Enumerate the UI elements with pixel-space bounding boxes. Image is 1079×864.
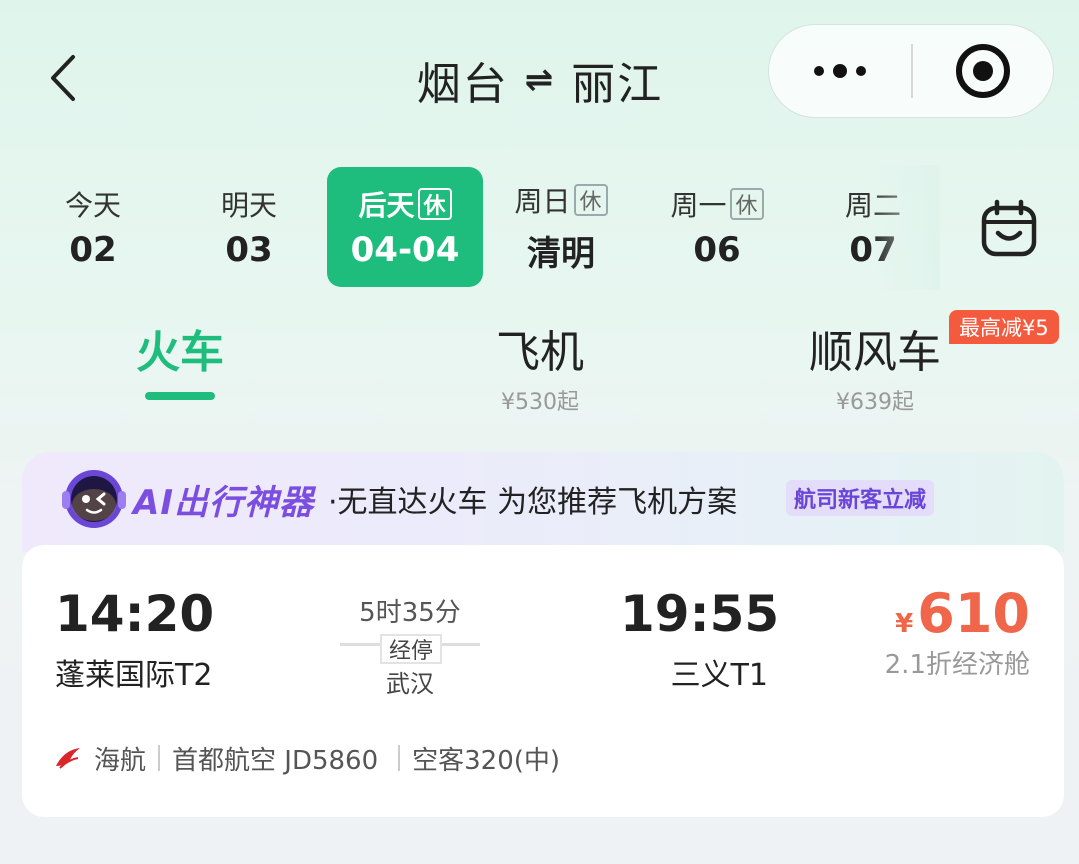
calendar-icon (981, 199, 1037, 257)
destination-city: 丽江 (571, 59, 664, 110)
promo-badge: 最高减¥5 (949, 310, 1059, 344)
date-day: 04-04 (350, 230, 460, 270)
ai-message: ·无直达火车 为您推荐飞机方案 (328, 485, 738, 520)
date-weekday: 周日 (514, 184, 571, 218)
departure-time: 14:20 (55, 585, 215, 643)
flight-price: ¥610 (880, 582, 1030, 645)
tab-label: 飞机 (496, 327, 584, 378)
date-weekday: 周一 (670, 189, 727, 222)
swap-icon: ⇌ (524, 60, 556, 100)
date-tomorrow[interactable]: 明天 03 (171, 167, 327, 287)
ai-promo-tag: 航司新客立减 (786, 480, 935, 516)
airline-info: 海航 首都航空 JD5860 空客320(中) (54, 740, 560, 776)
close-miniprogram-button[interactable] (913, 25, 1053, 117)
more-dots-icon (814, 64, 866, 78)
date-weekday: 后天 (358, 189, 415, 222)
airline-name: 海航 (94, 745, 147, 776)
holiday-tag: 休 (417, 188, 452, 220)
tab-price: ¥530起 (501, 390, 579, 415)
date-day-after-tomorrow[interactable]: 后天休 04-04 (327, 167, 483, 287)
date-today[interactable]: 今天 02 (15, 167, 171, 287)
target-circle-icon (956, 44, 1010, 98)
route-title[interactable]: 烟台 ⇌ 丽江 (360, 50, 720, 110)
date-monday[interactable]: 周一休 06 (639, 167, 795, 287)
tab-label: 顺风车 (809, 327, 941, 378)
calendar-button[interactable] (978, 198, 1040, 260)
date-strip-fade (870, 165, 940, 290)
price-currency: ¥ (895, 609, 914, 639)
price-value: 610 (917, 582, 1030, 645)
origin-city: 烟台 (416, 59, 509, 110)
flight-duration: 5时35分 (359, 598, 461, 628)
date-day: 清明 (527, 233, 595, 274)
chevron-left-icon (51, 55, 75, 101)
operating-flight: 首都航空 JD5860 (172, 745, 379, 776)
back-button[interactable] (40, 52, 84, 104)
date-sunday[interactable]: 周日休 清明 (483, 167, 639, 287)
date-day: 06 (693, 230, 741, 270)
stopover-label: 经停 (380, 634, 442, 664)
arrival-time: 19:55 (620, 585, 780, 643)
holiday-tag: 休 (573, 183, 608, 216)
holiday-tag: 休 (729, 188, 764, 220)
tab-label: 火车 (136, 327, 224, 378)
date-weekday: 明天 (220, 189, 277, 222)
tab-flight[interactable]: 飞机 ¥530起 (480, 326, 600, 416)
cabin-discount: 2.1折经济舱 (884, 650, 1030, 680)
tab-train[interactable]: 火车 (130, 326, 230, 400)
hainan-airlines-logo-icon (56, 748, 80, 769)
date-day: 03 (225, 230, 273, 270)
date-day: 02 (69, 230, 117, 270)
date-selector: 今天 02 明天 03 后天休 04-04 周日休 清明 周一休 06 周二 0… (15, 167, 935, 287)
more-button[interactable] (769, 25, 911, 117)
separator (398, 745, 401, 771)
ai-title: AI出行神器 (133, 482, 314, 523)
tab-price: ¥639起 (836, 390, 914, 415)
robot-icon (58, 465, 130, 531)
date-weekday: 今天 (64, 189, 121, 222)
separator (158, 745, 161, 771)
stopover-city: 武汉 (386, 670, 434, 698)
aircraft-type: 空客320(中) (412, 745, 561, 776)
arrival-airport: 三义T1 (670, 658, 768, 693)
departure-airport: 蓬莱国际T2 (55, 658, 213, 693)
tab-carpool[interactable]: 顺风车 ¥639起 (800, 326, 950, 416)
tab-active-indicator (145, 392, 215, 400)
miniprogram-capsule (768, 24, 1054, 118)
